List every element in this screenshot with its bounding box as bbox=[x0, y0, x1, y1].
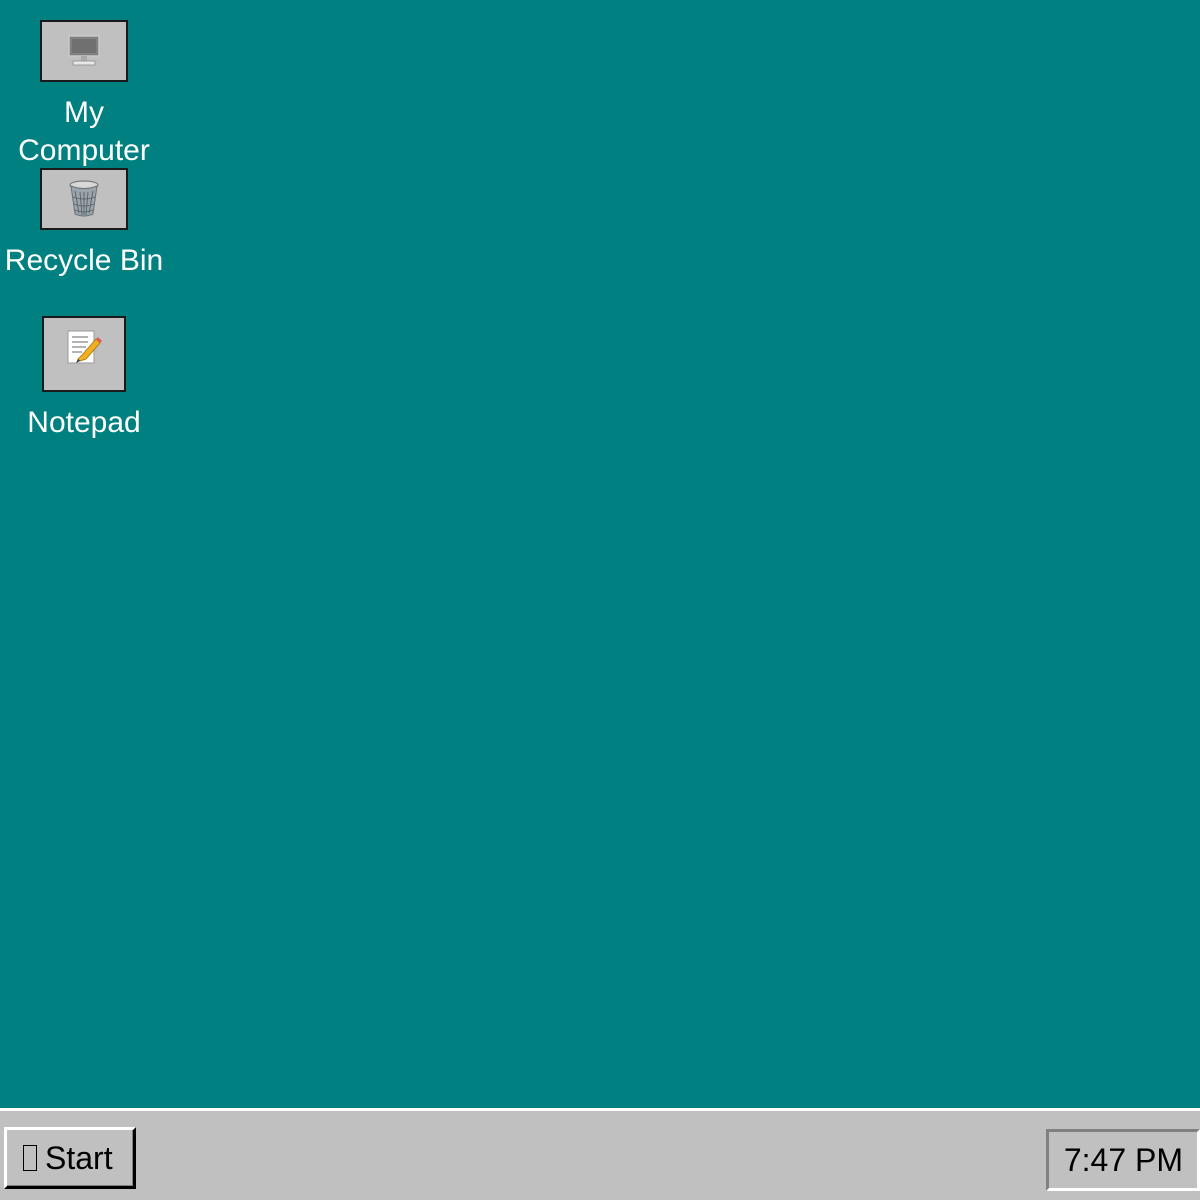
desktop: My Computer Recycle Bin Notepad bbox=[0, 0, 1200, 1108]
desktop-icon-label: Notepad bbox=[27, 406, 141, 439]
desktop-icon-recycle-bin[interactable]: Recycle Bin bbox=[0, 168, 168, 280]
desktop-icon-notepad[interactable]: Notepad bbox=[0, 316, 168, 442]
notepad-icon[interactable] bbox=[42, 316, 126, 392]
windows-logo-icon bbox=[23, 1145, 37, 1171]
system-tray-clock[interactable]: 7:47 PM bbox=[1046, 1129, 1200, 1191]
desktop-icon-label: Recycle Bin bbox=[4, 244, 164, 277]
desktop-icon-my-computer[interactable]: My Computer bbox=[0, 20, 168, 170]
desktop-icon-label: My Computer bbox=[18, 96, 150, 167]
taskbar: Start 7:47 PM bbox=[0, 1108, 1200, 1200]
start-button-label: Start bbox=[45, 1139, 113, 1176]
recycle-bin-icon[interactable] bbox=[40, 168, 128, 230]
computer-icon[interactable] bbox=[40, 20, 128, 82]
clock-time: 7:47 PM bbox=[1063, 1141, 1183, 1178]
start-button[interactable]: Start bbox=[4, 1127, 136, 1189]
